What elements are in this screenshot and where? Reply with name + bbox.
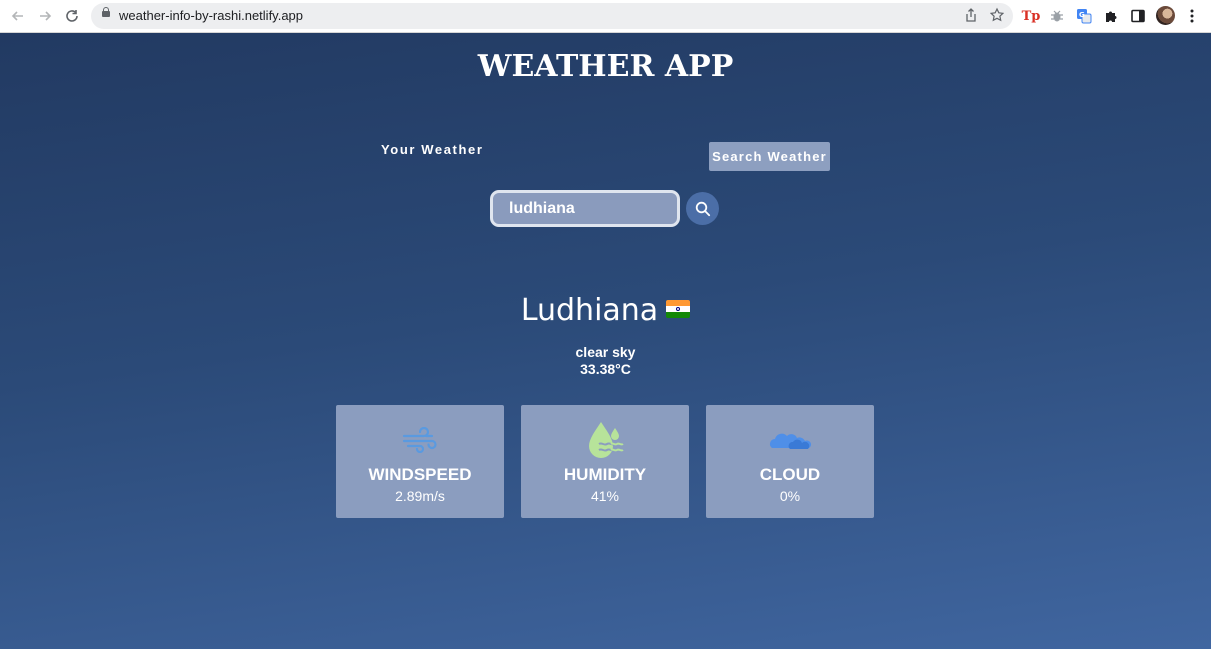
cloud-icon (706, 419, 874, 461)
app-title: WEATHER APP (477, 49, 734, 84)
humidity-label: HUMIDITY (563, 465, 647, 484)
reload-icon[interactable] (61, 5, 83, 27)
side-panel-icon[interactable] (1128, 6, 1148, 26)
forward-arrow-icon[interactable] (34, 5, 56, 27)
translate-extension-icon[interactable]: G (1074, 6, 1094, 26)
weather-description: clear sky (575, 344, 636, 360)
bookmark-star-icon[interactable] (989, 7, 1005, 26)
weather-page: WEATHER APP Your Weather Search Weather … (0, 33, 1211, 649)
windspeed-card: WINDSPEED 2.89m/s (336, 405, 504, 518)
tp-extension-icon[interactable]: Tp (1021, 6, 1041, 26)
browser-toolbar: weather-info-by-rashi.netlify.app Tp G (0, 0, 1211, 33)
temperature: 33.38°C (580, 361, 631, 377)
city-name: Ludhiana (520, 293, 659, 328)
search-button[interactable] (686, 192, 719, 225)
india-flag-icon (666, 299, 691, 318)
cloud-label: CLOUD (759, 465, 821, 484)
bug-extension-icon[interactable] (1047, 6, 1067, 26)
back-arrow-icon[interactable] (7, 5, 29, 27)
url-text: weather-info-by-rashi.netlify.app (119, 8, 304, 23)
cloud-value: 0% (779, 488, 801, 504)
share-icon[interactable] (964, 7, 978, 26)
lock-icon (102, 7, 110, 17)
tab-search-weather[interactable]: Search Weather (709, 142, 830, 171)
kebab-menu-icon[interactable] (1182, 6, 1202, 26)
humidity-card: HUMIDITY 41% (521, 405, 689, 518)
address-bar[interactable]: weather-info-by-rashi.netlify.app (91, 3, 1013, 29)
search-icon (695, 201, 710, 216)
svg-text:G: G (1079, 11, 1085, 19)
windspeed-label: WINDSPEED (368, 465, 472, 484)
tab-your-weather[interactable]: Your Weather (381, 142, 484, 157)
city-search-input[interactable] (490, 190, 680, 227)
extensions-puzzle-icon[interactable] (1101, 6, 1121, 26)
humidity-value: 41% (590, 488, 620, 504)
humidity-icon (521, 419, 689, 461)
wind-icon (336, 419, 504, 461)
profile-avatar[interactable] (1156, 6, 1175, 25)
windspeed-value: 2.89m/s (395, 488, 445, 504)
city-heading: Ludhiana (0, 293, 1211, 328)
cloud-card: CLOUD 0% (706, 405, 874, 518)
